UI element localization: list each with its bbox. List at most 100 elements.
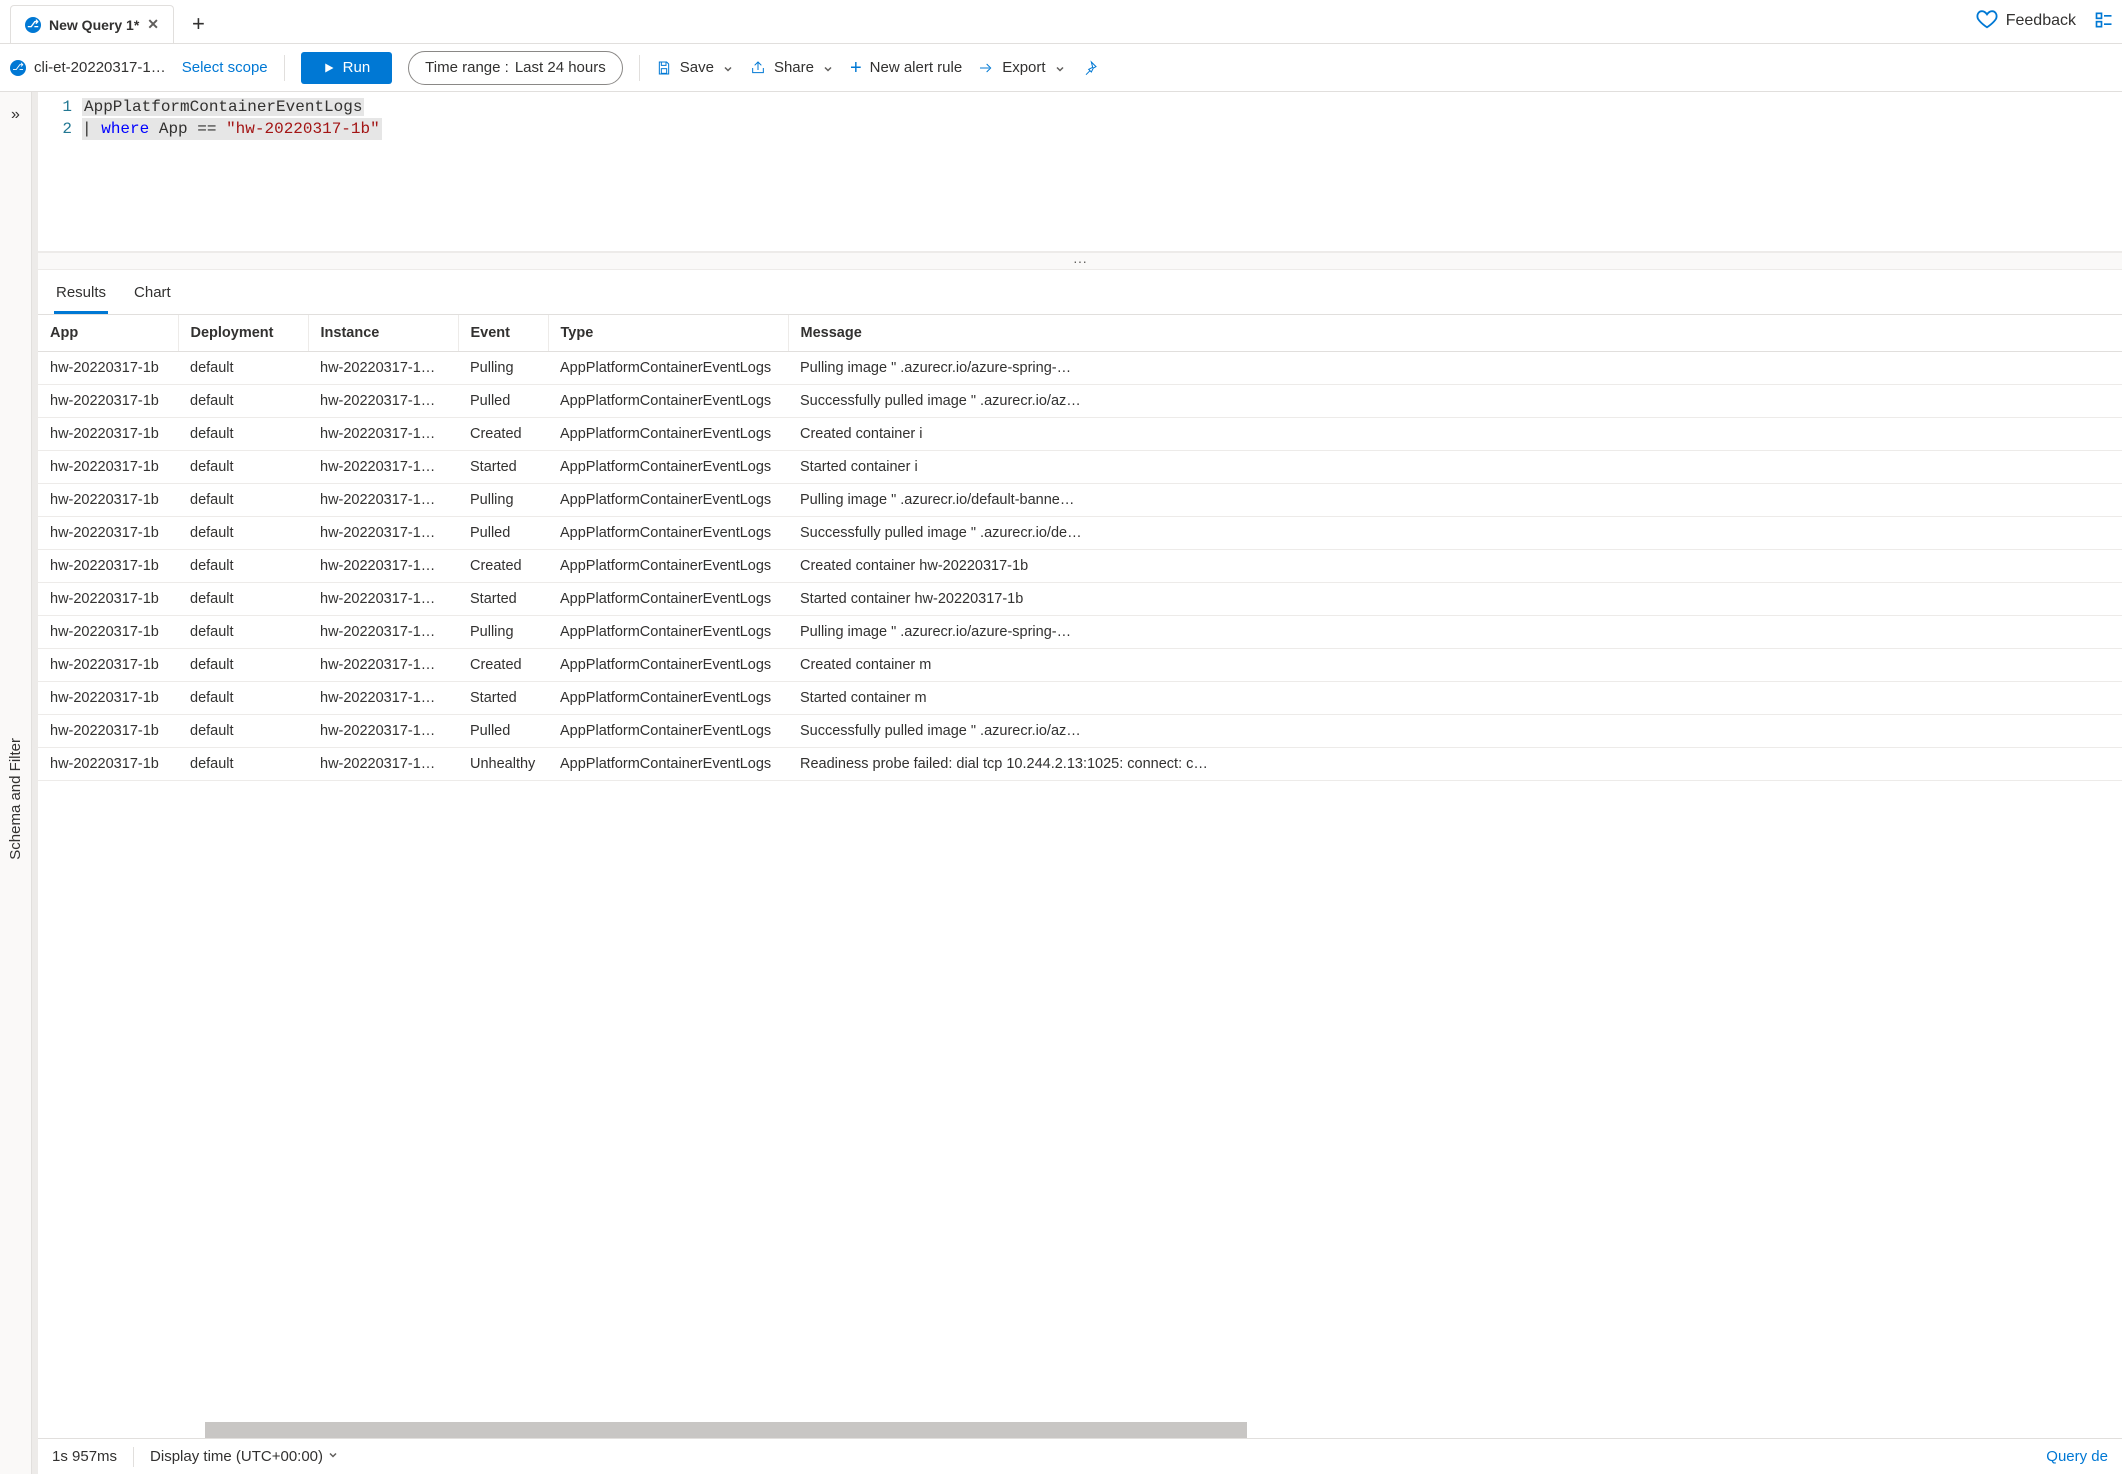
customize-icon[interactable] xyxy=(2094,10,2114,33)
log-analytics-icon: ⎇ xyxy=(25,17,41,33)
table-row[interactable]: hw-20220317-1bdefaulthw-20220317-1…Unhea… xyxy=(38,748,2122,781)
cell-message: Started container hw-20220317-1b xyxy=(788,583,2122,616)
editor-results-splitter[interactable]: ··· xyxy=(38,252,2122,270)
cell-instance: hw-20220317-1… xyxy=(308,352,458,385)
cell-deployment: default xyxy=(178,748,308,781)
pin-icon xyxy=(1082,60,1098,76)
display-time-label: Display time (UTC+00:00) xyxy=(150,1448,323,1465)
cell-type: AppPlatformContainerEventLogs xyxy=(548,715,788,748)
cell-app: hw-20220317-1b xyxy=(38,418,178,451)
cell-app: hw-20220317-1b xyxy=(38,517,178,550)
cell-deployment: default xyxy=(178,451,308,484)
new-tab-button[interactable]: + xyxy=(178,5,219,43)
cell-type: AppPlatformContainerEventLogs xyxy=(548,517,788,550)
cell-deployment: default xyxy=(178,484,308,517)
table-row[interactable]: hw-20220317-1bdefaulthw-20220317-1…Creat… xyxy=(38,550,2122,583)
close-icon[interactable]: ✕ xyxy=(147,16,159,33)
cell-event: Pulling xyxy=(458,616,548,649)
save-button[interactable]: Save xyxy=(656,59,734,76)
time-range-picker[interactable]: Time range : Last 24 hours xyxy=(408,51,623,85)
cell-instance: hw-20220317-1… xyxy=(308,418,458,451)
cell-type: AppPlatformContainerEventLogs xyxy=(548,583,788,616)
share-icon xyxy=(750,60,766,76)
cell-deployment: default xyxy=(178,352,308,385)
table-row[interactable]: hw-20220317-1bdefaulthw-20220317-1…Creat… xyxy=(38,418,2122,451)
cell-app: hw-20220317-1b xyxy=(38,649,178,682)
cell-deployment: default xyxy=(178,616,308,649)
query-tab[interactable]: ⎇ New Query 1* ✕ xyxy=(10,5,174,43)
cell-deployment: default xyxy=(178,418,308,451)
pin-button[interactable] xyxy=(1082,60,1098,76)
cell-event: Pulled xyxy=(458,517,548,550)
table-row[interactable]: hw-20220317-1bdefaulthw-20220317-1…Start… xyxy=(38,682,2122,715)
table-row[interactable]: hw-20220317-1bdefaulthw-20220317-1…Pulle… xyxy=(38,517,2122,550)
run-button[interactable]: Run xyxy=(301,52,393,84)
col-header-message[interactable]: Message xyxy=(788,315,2122,352)
export-label: Export xyxy=(1002,59,1045,76)
new-alert-rule-button[interactable]: + New alert rule xyxy=(850,58,962,78)
scroll-thumb[interactable] xyxy=(205,1422,1247,1438)
cell-instance: hw-20220317-1… xyxy=(308,583,458,616)
results-table-wrap[interactable]: App Deployment Instance Event Type Messa… xyxy=(38,315,2122,1422)
cell-app: hw-20220317-1b xyxy=(38,550,178,583)
cell-instance: hw-20220317-1… xyxy=(308,682,458,715)
col-header-instance[interactable]: Instance xyxy=(308,315,458,352)
export-button[interactable]: Export xyxy=(978,59,1065,76)
code-area[interactable]: AppPlatformContainerEventLogs | where Ap… xyxy=(82,96,2122,247)
table-row[interactable]: hw-20220317-1bdefaulthw-20220317-1…Creat… xyxy=(38,649,2122,682)
schema-filter-label[interactable]: Schema and Filter xyxy=(7,738,24,860)
display-time-picker[interactable]: Display time (UTC+00:00) xyxy=(150,1448,339,1465)
cell-instance: hw-20220317-1… xyxy=(308,517,458,550)
col-header-type[interactable]: Type xyxy=(548,315,788,352)
table-row[interactable]: hw-20220317-1bdefaulthw-20220317-1…Pulle… xyxy=(38,715,2122,748)
source-picker[interactable]: ⎇ cli-et-20220317-1… xyxy=(10,59,166,76)
cell-app: hw-20220317-1b xyxy=(38,616,178,649)
cell-event: Pulling xyxy=(458,352,548,385)
separator xyxy=(133,1447,134,1467)
query-editor[interactable]: 1 2 AppPlatformContainerEventLogs | wher… xyxy=(38,92,2122,252)
cell-type: AppPlatformContainerEventLogs xyxy=(548,385,788,418)
cell-deployment: default xyxy=(178,715,308,748)
cell-message: Readiness probe failed: dial tcp 10.244.… xyxy=(788,748,2122,781)
table-row[interactable]: hw-20220317-1bdefaulthw-20220317-1…Pulli… xyxy=(38,484,2122,517)
save-icon xyxy=(656,60,672,76)
select-scope-link[interactable]: Select scope xyxy=(182,59,268,76)
col-header-event[interactable]: Event xyxy=(458,315,548,352)
expand-rail-button[interactable]: » xyxy=(11,106,20,124)
cell-instance: hw-20220317-1… xyxy=(308,616,458,649)
table-row[interactable]: hw-20220317-1bdefaulthw-20220317-1…Pulle… xyxy=(38,385,2122,418)
separator xyxy=(639,55,640,81)
col-header-app[interactable]: App xyxy=(38,315,178,352)
cell-app: hw-20220317-1b xyxy=(38,352,178,385)
separator xyxy=(284,55,285,81)
share-button[interactable]: Share xyxy=(750,59,834,76)
table-row[interactable]: hw-20220317-1bdefaulthw-20220317-1…Start… xyxy=(38,583,2122,616)
feedback-button[interactable]: Feedback xyxy=(1976,8,2076,35)
cell-message: Started container i xyxy=(788,451,2122,484)
save-label: Save xyxy=(680,59,714,76)
query-details-link[interactable]: Query de xyxy=(2046,1448,2108,1465)
cell-deployment: default xyxy=(178,517,308,550)
table-header-row: App Deployment Instance Event Type Messa… xyxy=(38,315,2122,352)
table-row[interactable]: hw-20220317-1bdefaulthw-20220317-1…Start… xyxy=(38,451,2122,484)
tab-chart[interactable]: Chart xyxy=(132,278,173,314)
cell-message: Successfully pulled image " .azurecr.io/… xyxy=(788,517,2122,550)
cell-message: Created container hw-20220317-1b xyxy=(788,550,2122,583)
cell-event: Created xyxy=(458,418,548,451)
tab-results[interactable]: Results xyxy=(54,278,108,314)
horizontal-scrollbar[interactable] xyxy=(38,1422,2122,1438)
query-duration: 1s 957ms xyxy=(52,1448,117,1465)
table-row[interactable]: hw-20220317-1bdefaulthw-20220317-1…Pulli… xyxy=(38,352,2122,385)
col-header-deployment[interactable]: Deployment xyxy=(178,315,308,352)
cell-message: Pulling image " .azurecr.io/azure-spring… xyxy=(788,352,2122,385)
cell-event: Pulled xyxy=(458,715,548,748)
cell-app: hw-20220317-1b xyxy=(38,682,178,715)
run-label: Run xyxy=(343,59,371,76)
result-tabs: Results Chart xyxy=(38,270,2122,315)
tab-bar: ⎇ New Query 1* ✕ + Feedback xyxy=(0,0,2122,44)
cell-event: Created xyxy=(458,550,548,583)
table-row[interactable]: hw-20220317-1bdefaulthw-20220317-1…Pulli… xyxy=(38,616,2122,649)
token-field: App xyxy=(159,120,188,138)
cell-app: hw-20220317-1b xyxy=(38,451,178,484)
cell-app: hw-20220317-1b xyxy=(38,385,178,418)
